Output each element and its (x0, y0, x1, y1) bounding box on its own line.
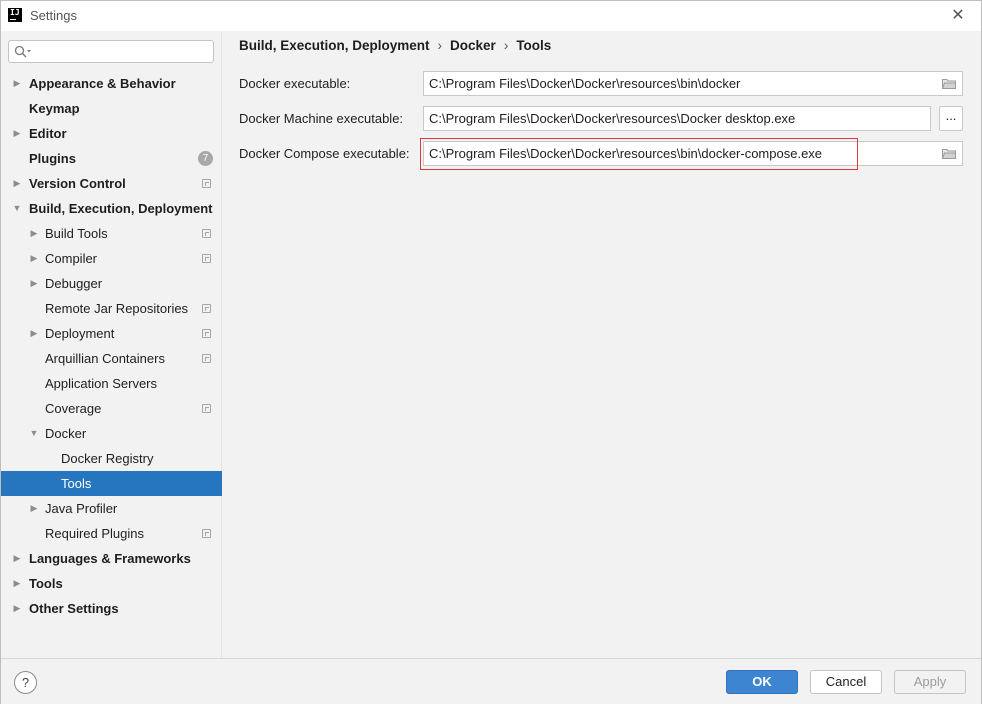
chevron-down-icon[interactable]: ▼ (11, 196, 23, 221)
sidebar-item-required-plugins[interactable]: Required Plugins (1, 521, 222, 546)
sidebar-item-docker[interactable]: ▼ Docker (1, 421, 222, 446)
sidebar-item-version-control[interactable]: ▶ Version Control (1, 171, 222, 196)
breadcrumb: Build, Execution, Deployment › Docker › Tool… (239, 38, 551, 53)
sidebar-item-label: Appearance & Behavior (29, 76, 176, 91)
breadcrumb-item: Build, Execution, Deployment (239, 38, 430, 53)
intellij-app-icon: IJ (8, 8, 22, 22)
sidebar-item-label: Build, Execution, Deployment (29, 201, 213, 216)
browse-button[interactable]: ... (939, 106, 963, 131)
sidebar-item-label: Remote Jar Repositories (45, 301, 189, 316)
project-settings-icon (202, 329, 211, 338)
sidebar-item-build-tools[interactable]: ▶ Build Tools (1, 221, 222, 246)
title-bar: IJ Settings ✕ (1, 1, 981, 31)
breadcrumb-item: Docker (450, 38, 496, 53)
sidebar-item-label: Docker Registry (61, 451, 154, 466)
project-settings-icon (202, 179, 211, 188)
sidebar-item-java-profiler[interactable]: ▶ Java Profiler (1, 496, 222, 521)
docker-compose-executable-label: Docker Compose executable: (239, 146, 410, 161)
sidebar-item-label: Java Profiler (45, 501, 118, 516)
sidebar-item-tools[interactable]: Tools (1, 471, 222, 496)
project-settings-icon (202, 254, 211, 263)
sidebar-item-label: Plugins (29, 151, 76, 166)
project-settings-icon (202, 529, 211, 538)
cancel-button[interactable]: Cancel (810, 670, 882, 694)
sidebar-item-label: Deployment (45, 326, 115, 341)
chevron-right-icon[interactable]: ▶ (11, 121, 23, 146)
sidebar-item-application-servers[interactable]: Application Servers (1, 371, 222, 396)
highlight-annotation-box (420, 138, 858, 170)
apply-button[interactable]: Apply (894, 670, 966, 694)
sidebar-item-label: Languages & Frameworks (29, 551, 191, 566)
docker-machine-executable-label: Docker Machine executable: (239, 111, 404, 126)
docker-executable-field[interactable]: C:\Program Files\Docker\Docker\resources… (423, 71, 963, 96)
search-icon (14, 45, 31, 58)
breadcrumb-item: Tools (516, 38, 552, 53)
plugins-count-badge: 7 (198, 151, 213, 166)
breadcrumb-separator: › (437, 38, 443, 53)
chevron-right-icon[interactable]: ▶ (11, 71, 23, 96)
chevron-right-icon[interactable]: ▶ (11, 596, 23, 621)
help-button[interactable]: ? (14, 671, 37, 694)
docker-machine-executable-field[interactable]: C:\Program Files\Docker\Docker\resources… (423, 106, 931, 131)
sidebar-item-arquillian-containers[interactable]: Arquillian Containers (1, 346, 222, 371)
search-input[interactable] (8, 40, 214, 63)
sidebar-item-build-execution-deployment[interactable]: ▼ Build, Execution, Deployment (1, 196, 222, 221)
docker-executable-label: Docker executable: (239, 76, 351, 91)
dialog-footer: ? OK Cancel Apply (1, 658, 981, 704)
chevron-right-icon[interactable]: ▶ (11, 171, 23, 196)
sidebar-item-remote-jar-repositories[interactable]: Remote Jar Repositories (1, 296, 222, 321)
ok-button[interactable]: OK (726, 670, 798, 694)
close-icon[interactable]: ✕ (947, 5, 969, 27)
chevron-down-icon[interactable]: ▼ (28, 421, 40, 446)
chevron-right-icon[interactable]: ▶ (11, 571, 23, 596)
window-title: Settings (30, 8, 77, 23)
folder-icon[interactable] (942, 148, 956, 159)
settings-sidebar: ▶ Appearance & Behavior Keymap ▶ Editor Plugi… (1, 31, 222, 658)
sidebar-item-editor[interactable]: ▶ Editor (1, 121, 222, 146)
sidebar-item-label: Editor (29, 126, 67, 141)
folder-icon[interactable] (942, 78, 956, 89)
project-settings-icon (202, 229, 211, 238)
project-settings-icon (202, 354, 211, 363)
docker-machine-executable-value: C:\Program Files\Docker\Docker\resources… (429, 111, 796, 126)
sidebar-item-label: Debugger (45, 276, 103, 291)
docker-executable-value: C:\Program Files\Docker\Docker\resources… (429, 76, 741, 91)
sidebar-item-languages-frameworks[interactable]: ▶ Languages & Frameworks (1, 546, 222, 571)
project-settings-icon (202, 404, 211, 413)
chevron-right-icon[interactable]: ▶ (28, 321, 40, 346)
sidebar-item-label: Tools (61, 476, 92, 491)
chevron-right-icon[interactable]: ▶ (28, 271, 40, 296)
sidebar-item-tools[interactable]: ▶ Tools (1, 571, 222, 596)
settings-tree: ▶ Appearance & Behavior Keymap ▶ Editor Plugi… (1, 71, 222, 621)
sidebar-item-label: Tools (29, 576, 63, 591)
sidebar-item-label: Arquillian Containers (45, 351, 165, 366)
sidebar-item-compiler[interactable]: ▶ Compiler (1, 246, 222, 271)
project-settings-icon (202, 304, 211, 313)
settings-dialog: IJ Settings ✕ ▶ Appearance & Behavior Keym… (0, 0, 982, 704)
sidebar-item-label: Application Servers (45, 376, 157, 391)
sidebar-item-label: Compiler (45, 251, 98, 266)
sidebar-item-label: Docker (45, 426, 87, 441)
sidebar-item-label: Version Control (29, 176, 126, 191)
chevron-right-icon[interactable]: ▶ (11, 546, 23, 571)
sidebar-item-keymap[interactable]: Keymap (1, 96, 222, 121)
sidebar-item-label: Other Settings (29, 601, 119, 616)
sidebar-item-label: Build Tools (45, 226, 108, 241)
sidebar-item-debugger[interactable]: ▶ Debugger (1, 271, 222, 296)
sidebar-item-other-settings[interactable]: ▶ Other Settings (1, 596, 222, 621)
sidebar-item-plugins[interactable]: Plugins 7 (1, 146, 222, 171)
sidebar-item-label: Coverage (45, 401, 102, 416)
sidebar-item-docker-registry[interactable]: Docker Registry (1, 446, 222, 471)
sidebar-item-coverage[interactable]: Coverage (1, 396, 222, 421)
sidebar-item-appearance-behavior[interactable]: ▶ Appearance & Behavior (1, 71, 222, 96)
sidebar-item-label: Keymap (29, 101, 80, 116)
sidebar-item-label: Required Plugins (45, 526, 145, 541)
chevron-right-icon[interactable]: ▶ (28, 246, 40, 271)
breadcrumb-separator: › (503, 38, 509, 53)
chevron-right-icon[interactable]: ▶ (28, 496, 40, 521)
chevron-right-icon[interactable]: ▶ (28, 221, 40, 246)
sidebar-item-deployment[interactable]: ▶ Deployment (1, 321, 222, 346)
settings-content: Build, Execution, Deployment › Docker › Tool… (223, 31, 981, 658)
